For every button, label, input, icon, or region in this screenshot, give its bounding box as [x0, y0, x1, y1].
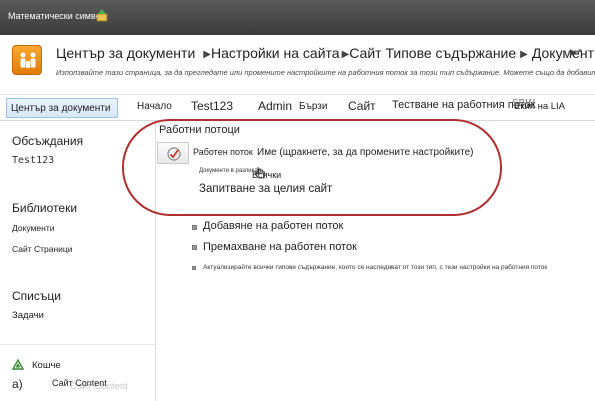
recycle-bin-link[interactable]: Кошче — [32, 360, 61, 371]
navigate-up-icon[interactable] — [96, 9, 108, 22]
topnav-quick[interactable]: Бързи — [299, 101, 327, 112]
breadcrumb-separator-icon: ▶ — [203, 49, 211, 60]
callout-highlight-oval — [122, 119, 502, 216]
window-title: Математически символ — [8, 11, 106, 21]
divider — [0, 344, 155, 345]
site-content-link[interactable]: Сайт Content — [52, 378, 107, 388]
quicklaunch-item-test123[interactable]: Test123 — [12, 155, 54, 166]
lists-heading[interactable]: Списъци — [12, 289, 61, 303]
site-logo-icon[interactable] — [12, 45, 42, 75]
top-ribbon-bar: Математически символ — [0, 0, 595, 35]
topnav-site[interactable]: Сайт — [348, 99, 376, 113]
breadcrumb-item-site-settings[interactable]: Настройки на сайта — [211, 45, 340, 61]
quicklaunch-item-documents[interactable]: Документи — [12, 223, 54, 233]
update-inheriting-types-option[interactable]: Актуализирайте всички типове съдържание,… — [203, 264, 547, 271]
quicklaunch-item-tasks[interactable]: Задачи — [12, 310, 44, 321]
checkbox-icon[interactable] — [192, 266, 196, 270]
quicklaunch-item-site-pages[interactable]: Сайт Страници — [12, 244, 73, 254]
breadcrumb-separator-icon: ▶ — [341, 49, 350, 60]
breadcrumb-item-document: Документ — [531, 45, 594, 61]
topnav-home[interactable]: Начало — [137, 101, 172, 112]
breadcrumb-separator-icon: ▶ — [520, 49, 528, 60]
bullet-icon — [192, 245, 197, 250]
recycle-bin-icon[interactable] — [12, 359, 24, 371]
page-description: Използвайте тази страница, за да преглед… — [56, 68, 595, 77]
chevron-right-icon: ▶ — [570, 47, 577, 57]
libraries-heading[interactable]: Библиотеки — [12, 201, 77, 215]
breadcrumb-item-content-types[interactable]: Сайт Типове съдържание — [349, 45, 516, 61]
remove-workflow-link[interactable]: Премахване на работен поток — [203, 241, 357, 253]
topnav-lia-team[interactable]: Екип на LIA — [514, 101, 565, 112]
breadcrumb: Център за документи ▶Настройки на сайта ▶С… — [56, 45, 594, 61]
scroll-indicator-icon: ▪ — [578, 45, 582, 57]
topnav-admin[interactable]: Admin — [258, 99, 292, 113]
title-area: Център за документи ▶Настройки на сайта ▶С… — [0, 35, 595, 95]
topnav-document-center[interactable]: Център за документи — [6, 98, 118, 118]
breadcrumb-item-document-center[interactable]: Център за документи — [56, 45, 195, 61]
discussions-heading[interactable]: Обсъждания — [12, 134, 83, 148]
bullet-icon — [192, 225, 197, 230]
site-actions-label: а) — [12, 377, 23, 391]
top-navigation: Център за документи Начало Test123 Admin… — [0, 95, 595, 121]
add-workflow-link[interactable]: Добавяне на работен поток — [203, 220, 343, 232]
topnav-test123[interactable]: Test123 — [191, 99, 233, 113]
